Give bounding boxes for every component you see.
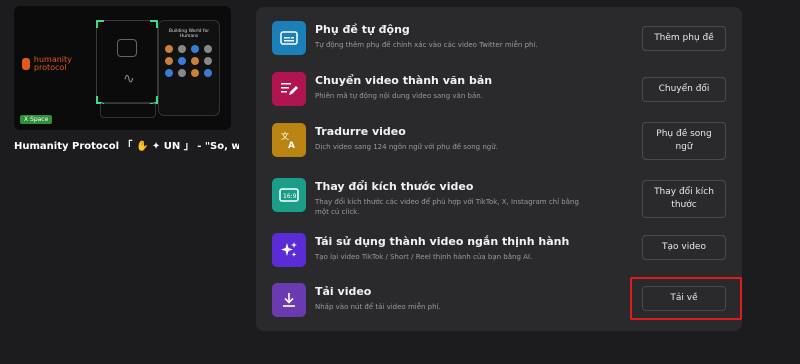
hand-scan-icon <box>117 39 137 57</box>
tool-title: Tải video <box>315 285 372 298</box>
phone-bar <box>100 102 156 118</box>
tool-desc: Tự động thêm phụ đề chính xác vào các vi… <box>315 41 538 49</box>
download-button-highlight <box>630 277 742 320</box>
document-edit-icon <box>272 72 306 106</box>
sparkles-icon <box>272 233 306 267</box>
phone-frame: ∿ <box>96 20 158 104</box>
logo-text: humanity protocol <box>33 55 72 72</box>
svg-text:文: 文 <box>281 131 289 141</box>
aspect-ratio-icon: 16:9 <box>272 178 306 212</box>
tool-title: Chuyển video thành văn bản <box>315 74 493 87</box>
tool-title: Tái sử dụng thành video ngắn thịnh hành <box>315 235 570 248</box>
tool-row-auto-subtitles: Phụ đề tự động Tự động thêm phụ đề chính… <box>272 21 727 61</box>
tool-row-resize-video: 16:9 Thay đổi kích thước video Thay đổi … <box>272 178 727 228</box>
resize-button[interactable]: Thay đổi kích thước <box>642 180 726 218</box>
tool-row-repurpose-short: Tái sử dụng thành video ngắn thịnh hành … <box>272 233 727 273</box>
tool-desc: Nhấp vào nút để tải video miễn phí. <box>315 303 441 311</box>
speaker-avatars <box>165 45 219 77</box>
svg-text:16:9: 16:9 <box>283 193 297 200</box>
space-badge: X Space <box>20 115 53 124</box>
svg-text:A: A <box>288 141 295 149</box>
speakers-panel-title: Building World for Humans <box>168 29 210 39</box>
convert-button[interactable]: Chuyển đổi <box>642 77 726 102</box>
tool-desc: Dịch video sang 124 ngôn ngữ với phụ đề … <box>315 143 498 151</box>
tool-row-video-to-text: Chuyển video thành văn bản Phiên mã tự đ… <box>272 72 727 112</box>
speakers-panel: Building World for Humans <box>158 20 220 116</box>
tool-title: Thay đổi kích thước video <box>315 180 474 193</box>
tool-row-translate-video: 文A Tradurre video Dịch video sang 124 ng… <box>272 122 727 167</box>
video-title: Humanity Protocol 「 ✋ ✦ UN 」 - "So, when… <box>14 141 239 152</box>
tool-title: Phụ đề tự động <box>315 23 410 36</box>
download-icon <box>272 283 306 317</box>
tool-title: Tradurre video <box>315 125 406 138</box>
waveform-icon: ∿ <box>123 71 135 87</box>
tool-desc: Phiên mã tự động nội dung video sang văn… <box>315 92 483 100</box>
translate-icon: 文A <box>272 123 306 157</box>
tool-desc: Thay đổi kích thước các video để phù hợp… <box>315 198 579 216</box>
tool-desc: Tạo lại video TikTok / Short / Reel thịn… <box>315 253 533 261</box>
humanity-protocol-logo: humanity protocol <box>22 56 82 72</box>
video-thumbnail[interactable]: humanity protocol ∿ Building World for H… <box>14 6 231 130</box>
bilingual-subtitles-button[interactable]: Phụ đề song ngữ <box>642 122 726 160</box>
add-subtitles-button[interactable]: Thêm phụ đề <box>642 26 726 51</box>
create-video-button[interactable]: Tạo video <box>642 235 726 260</box>
subtitles-icon <box>272 21 306 55</box>
